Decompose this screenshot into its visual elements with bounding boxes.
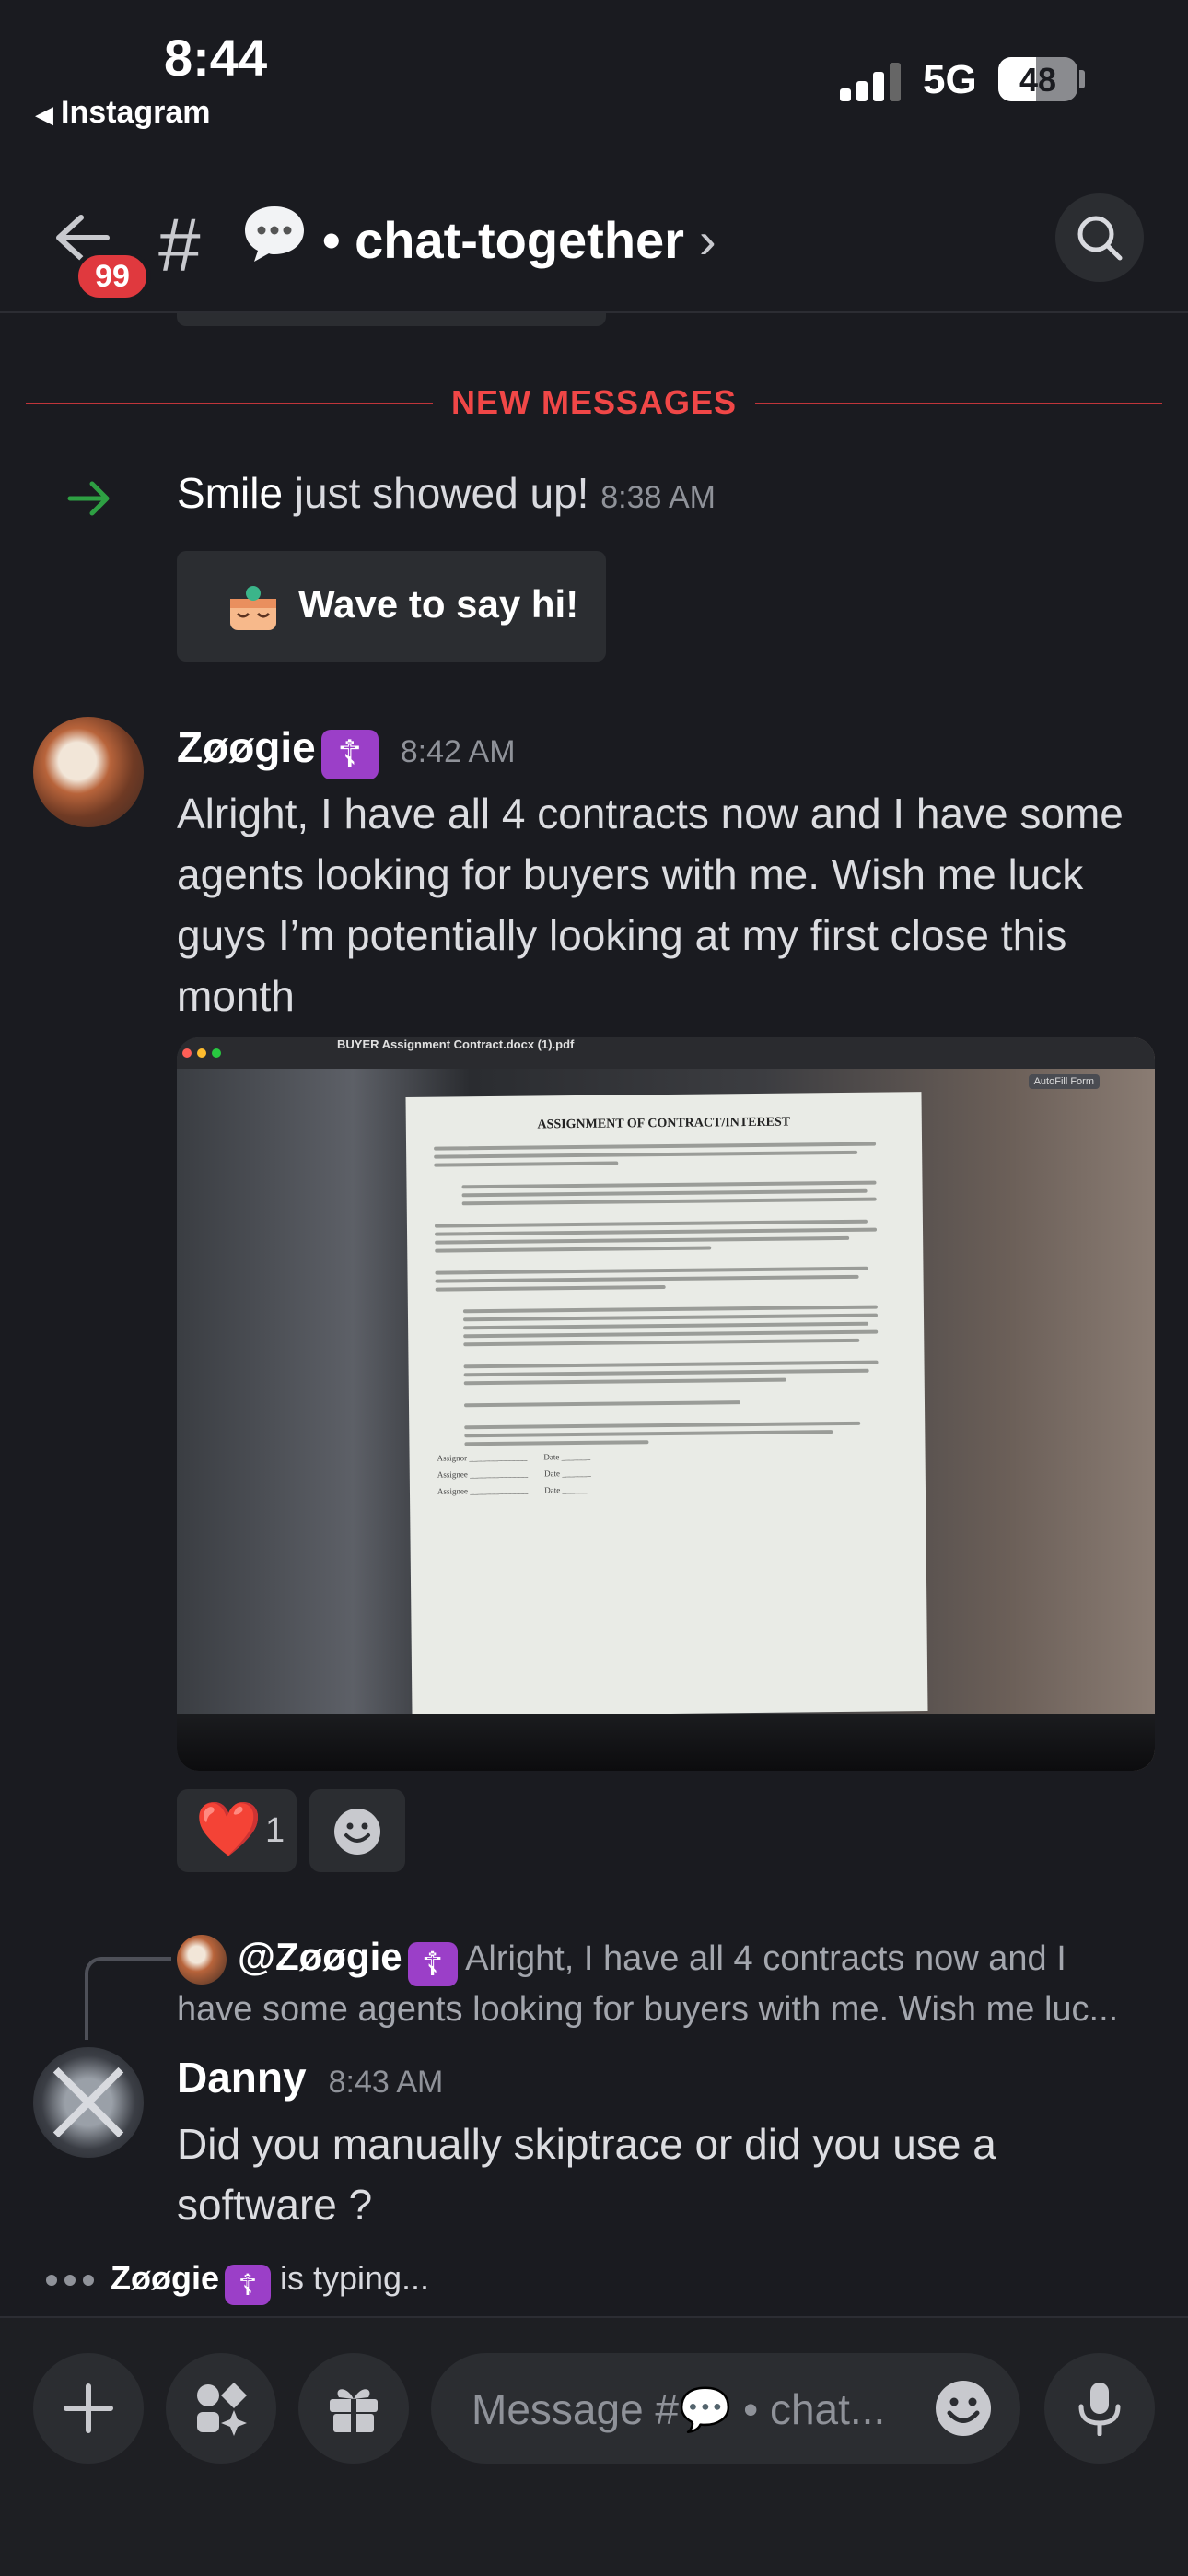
contract-document: ASSIGNMENT OF CONTRACT/INTEREST Assignor… — [405, 1092, 928, 1716]
reply-preview-text: Alright, I have all 4 contracts now and … — [457, 1939, 1066, 1978]
reply-avatar — [177, 1935, 227, 1985]
gift-icon — [330, 2389, 378, 2432]
new-messages-label: NEW MESSAGES — [432, 383, 756, 421]
join-timestamp: 8:38 AM — [600, 480, 716, 515]
battery-nub — [1079, 70, 1085, 88]
join-username[interactable]: Smile — [177, 469, 283, 517]
message-timestamp: 8:43 AM — [328, 2065, 444, 2100]
pdf-window-titlebar — [177, 1037, 1155, 1069]
battery-icon: 48 — [998, 57, 1077, 101]
laptop-keyboard-edge — [177, 1714, 1155, 1771]
speech-bubble-icon — [245, 206, 304, 262]
message-header: Zøøgie ☦ 8:42 AM — [177, 722, 516, 779]
channel-header: 99 # • chat-together › — [0, 175, 1188, 313]
window-controls — [177, 1037, 1155, 1062]
typing-indicator: Zøøgie ☦ is typing... — [46, 2259, 429, 2305]
message-text: Alright, I have all 4 contracts now and … — [177, 790, 1124, 1020]
apps-icon — [197, 2383, 247, 2436]
search-icon — [1077, 216, 1123, 261]
voice-message-button[interactable] — [1044, 2353, 1155, 2464]
message-input[interactable]: Message #💬 • chat... — [431, 2353, 1020, 2464]
emoji-icon[interactable] — [934, 2379, 993, 2438]
microphone-icon — [1078, 2383, 1121, 2436]
signature-line-2: Assignee ______________ Date _______ — [437, 1468, 591, 1480]
hash-icon: # — [158, 204, 201, 287]
network-type: 5G — [923, 57, 977, 102]
channel-name: • chat-together — [322, 211, 684, 269]
pdf-window-title: BUYER Assignment Contract.docx (1).pdf — [337, 1037, 575, 1051]
image-attachment[interactable]: BUYER Assignment Contract.docx (1).pdf A… — [177, 1037, 1155, 1771]
author-name[interactable]: Zøøgie — [177, 723, 316, 771]
message-text: Did you manually skiptrace or did you us… — [177, 2120, 996, 2229]
document-heading: ASSIGNMENT OF CONTRACT/INTEREST — [537, 1115, 791, 1132]
author-name[interactable]: Danny — [177, 2054, 307, 2102]
reply-preview[interactable]: @Zøøgie ☦ Alright, I have all 4 contracts… — [238, 1935, 1066, 1986]
apps-button[interactable] — [166, 2353, 276, 2464]
role-tag: ☦ — [320, 730, 379, 779]
typing-dots-icon — [46, 2259, 101, 2297]
add-attachment-button[interactable] — [33, 2353, 144, 2464]
reply-role-tag: ☦ — [407, 1942, 458, 1986]
gift-button[interactable] — [298, 2353, 409, 2464]
autofill-label: AutoFill Form — [1028, 1074, 1100, 1089]
avatar[interactable] — [33, 2047, 144, 2158]
add-reaction-button[interactable] — [309, 1789, 405, 1872]
back-to-app-link[interactable]: ◀ Instagram — [35, 95, 211, 131]
message-input-placeholder: Message #💬 • chat... — [472, 2385, 886, 2433]
plus-icon — [64, 2383, 113, 2433]
reaction-count: 1 — [265, 1811, 285, 1850]
reply-connector — [85, 1957, 171, 2040]
typing-user: Zøøgie — [111, 2259, 219, 2297]
reply-preview-continued: have some agents looking for buyers with… — [177, 1990, 1119, 2029]
typing-role-tag: ☦ — [224, 2265, 271, 2305]
new-messages-divider: NEW MESSAGES — [26, 380, 1162, 426]
channel-name-button[interactable]: • chat-together › — [322, 210, 716, 270]
typing-text: is typing... — [270, 2259, 430, 2297]
composer-bar: Message #💬 • chat... — [0, 2316, 1188, 2576]
reply-mention: @Zøøgie — [238, 1935, 402, 1978]
heart-icon: ❤️ — [195, 1799, 262, 1859]
clock: 8:44 — [164, 29, 268, 87]
reaction-heart[interactable]: ❤️ 1 — [177, 1789, 297, 1872]
chevron-right-icon: › — [698, 211, 716, 269]
message-timestamp: 8:42 AM — [400, 734, 516, 769]
unread-badge: 99 — [74, 251, 151, 302]
avatar[interactable] — [33, 717, 144, 827]
divider-label-wrap: NEW MESSAGES — [26, 383, 1162, 422]
back-app-label: Instagram — [61, 95, 211, 130]
cellular-signal-icon — [840, 63, 903, 101]
signature-line-1: Assignor ______________ Date _______ — [437, 1451, 591, 1463]
status-bar: 8:44 ◀ Instagram 5G 48 — [0, 0, 1188, 147]
back-triangle-icon: ◀ — [35, 100, 53, 128]
search-button[interactable] — [1055, 193, 1144, 282]
add-reaction-icon — [334, 1809, 380, 1855]
previous-message-edge — [177, 313, 606, 326]
wave-button[interactable]: Wave to say hi! — [177, 551, 606, 662]
wave-button-label: Wave to say hi! — [298, 582, 579, 626]
join-text: just showed up! — [283, 469, 601, 517]
join-message: Smile just showed up! 8:38 AM — [177, 468, 716, 518]
join-arrow-icon — [67, 481, 110, 516]
wave-sticker-icon — [230, 586, 276, 630]
signature-line-3: Assignee ______________ Date _______ — [437, 1484, 592, 1496]
message-header: Danny 8:43 AM — [177, 2053, 443, 2102]
battery-percent: 48 — [1019, 61, 1057, 99]
